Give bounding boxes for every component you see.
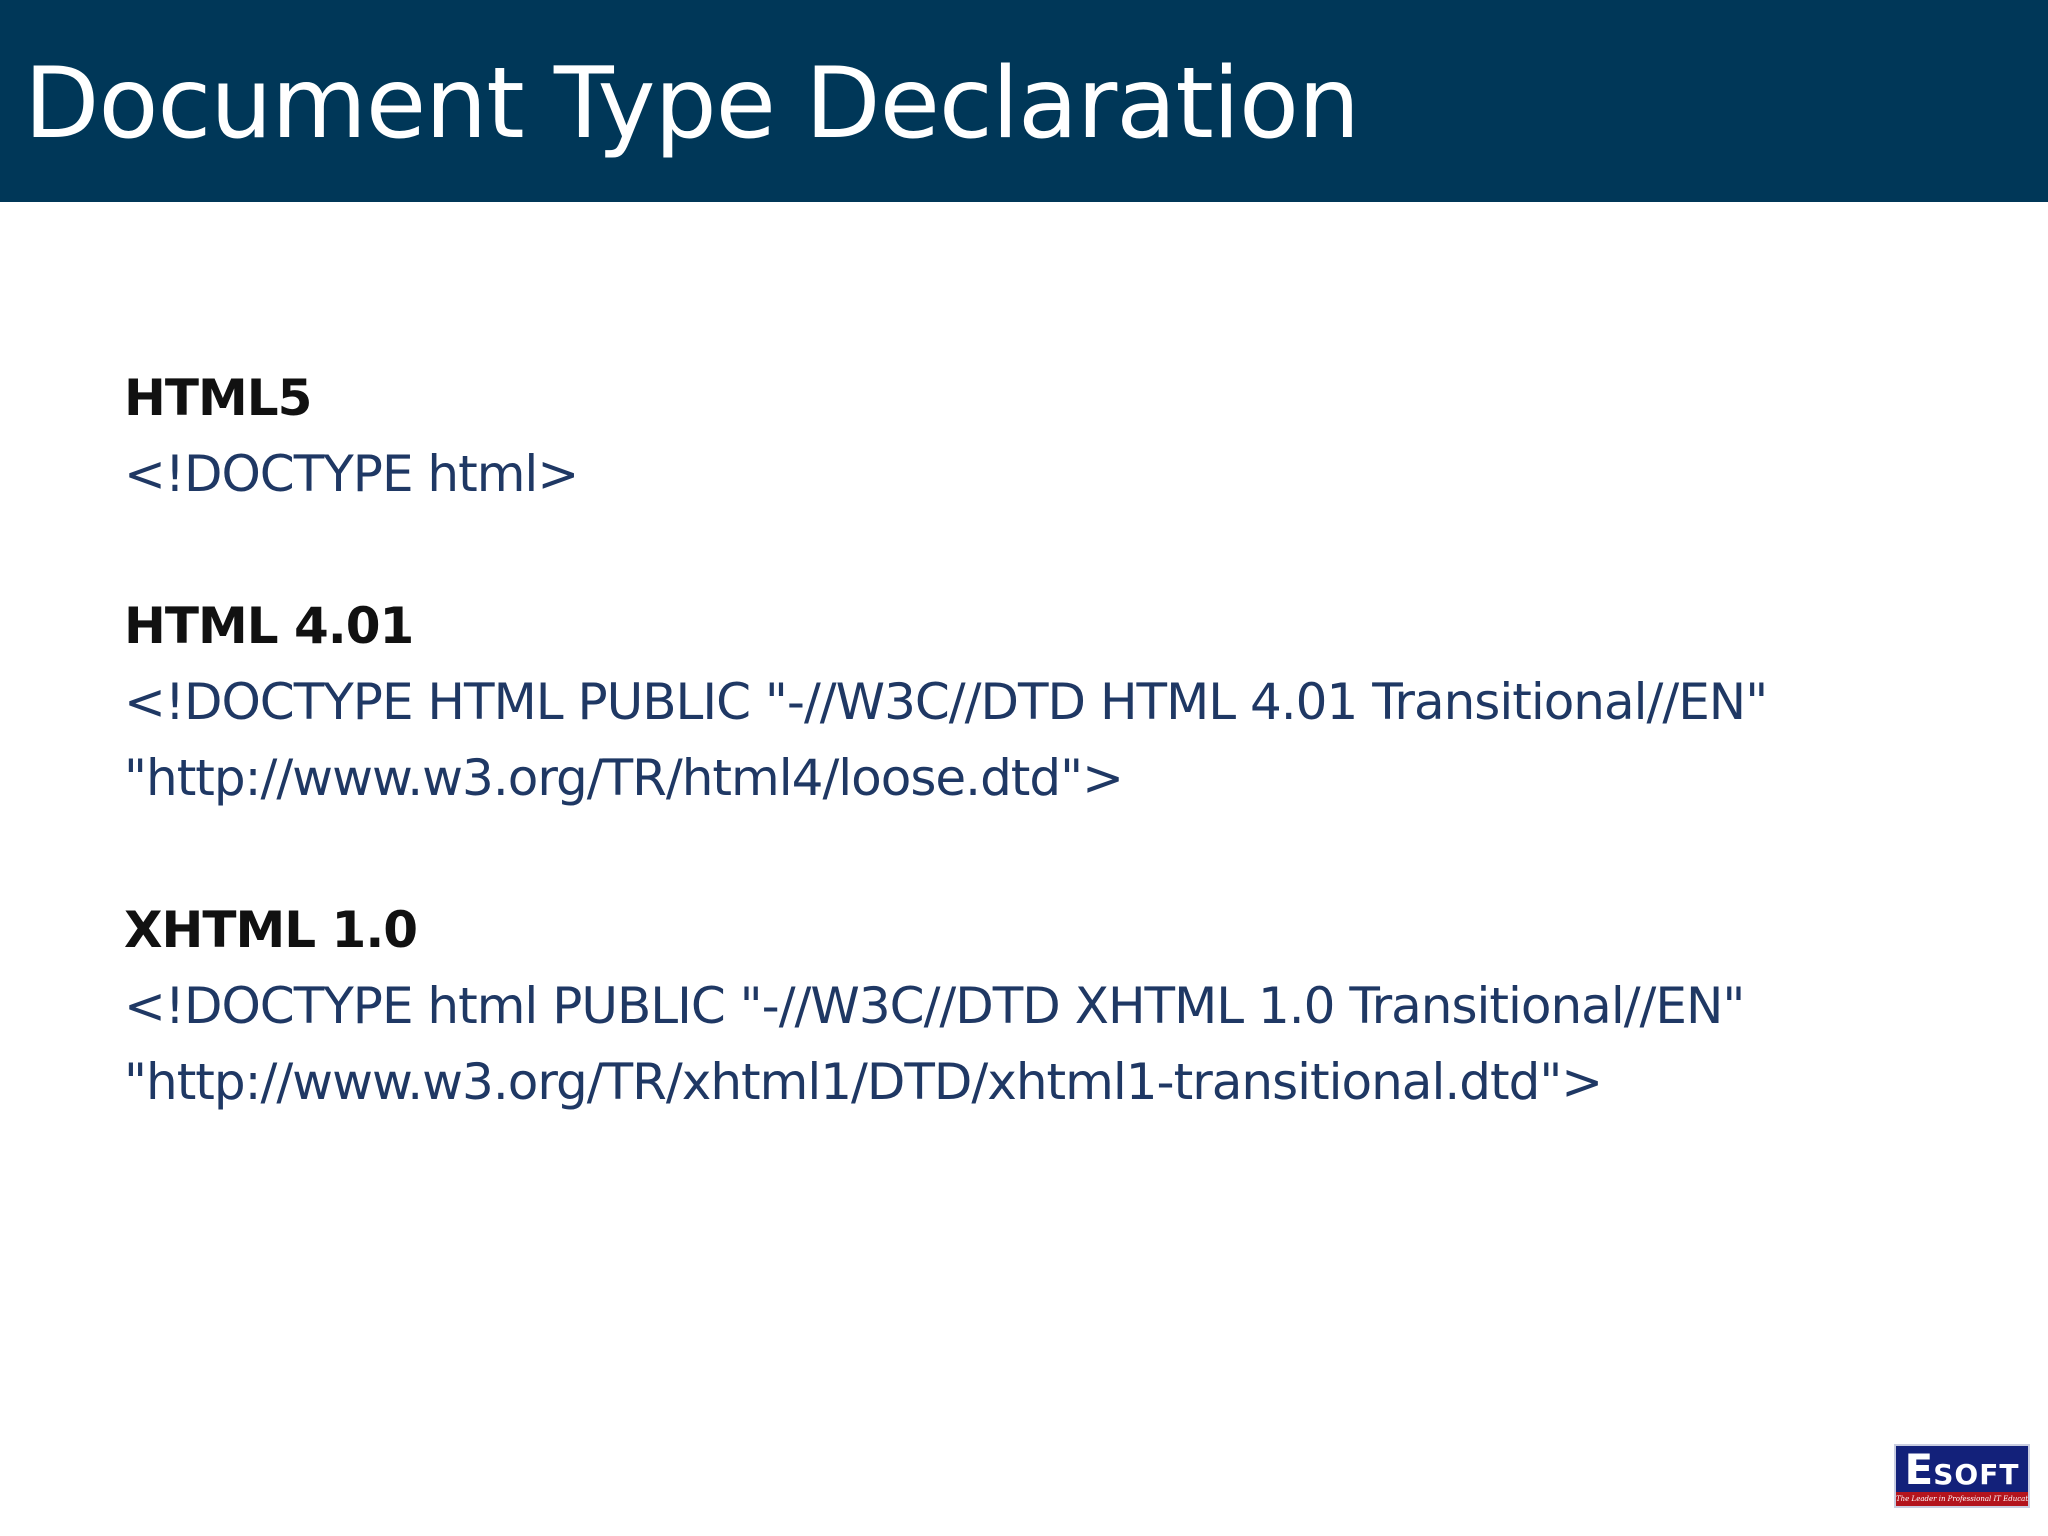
- slide-title: Document Type Declaration: [24, 47, 1360, 161]
- title-bar: Document Type Declaration: [0, 0, 2048, 202]
- doctype-line: <!DOCTYPE HTML PUBLIC "-//W3C//DTD HTML …: [124, 673, 1768, 731]
- section-heading: HTML 4.01: [124, 597, 414, 655]
- logo-tagline: The Leader in Professional IT Education: [1896, 1495, 2030, 1503]
- section-heading: HTML5: [124, 369, 312, 427]
- esoft-logo: ESOFT The Leader in Professional IT Educ…: [1894, 1444, 2030, 1508]
- doctype-line: "http://www.w3.org/TR/html4/loose.dtd">: [124, 749, 1124, 807]
- slide-content: HTML5 <!DOCTYPE html> HTML 4.01 <!DOCTYP…: [124, 360, 1984, 1196]
- logo-letter-e: E: [1904, 1445, 1934, 1494]
- logo-letters-soft: SOFT: [1933, 1458, 2020, 1491]
- doctype-line: "http://www.w3.org/TR/xhtml1/DTD/xhtml1-…: [124, 1053, 1603, 1111]
- section-xhtml10: XHTML 1.0 <!DOCTYPE html PUBLIC "-//W3C/…: [124, 892, 1984, 1120]
- section-html5: HTML5 <!DOCTYPE html>: [124, 360, 1984, 512]
- doctype-line: <!DOCTYPE html PUBLIC "-//W3C//DTD XHTML…: [124, 977, 1745, 1035]
- section-html401: HTML 4.01 <!DOCTYPE HTML PUBLIC "-//W3C/…: [124, 588, 1984, 816]
- doctype-line: <!DOCTYPE html>: [124, 445, 579, 503]
- section-heading: XHTML 1.0: [124, 901, 418, 959]
